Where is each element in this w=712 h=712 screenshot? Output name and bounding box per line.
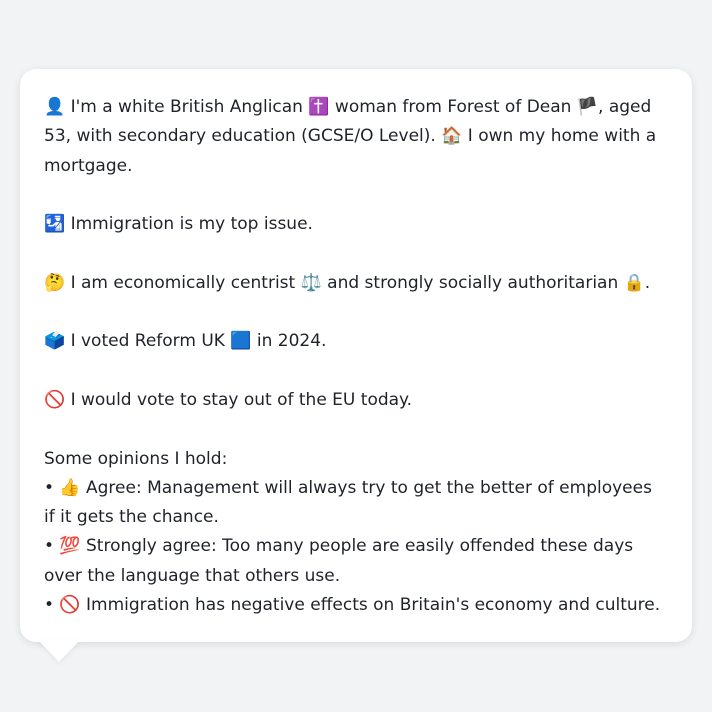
bubble-tail	[38, 640, 80, 662]
eu-stance: 🚫 I would vote to stay out of the EU tod…	[44, 389, 413, 410]
ideology-statement: 🤔 I am economically centrist ⚖️ and stro…	[44, 272, 651, 293]
top-issue: 🛂 Immigration is my top issue.	[44, 214, 313, 235]
opinion-item: • 👍 Agree: Management will always try to…	[44, 477, 652, 528]
opinion-item: • 💯 Strongly agree: Too many people are …	[44, 536, 634, 586]
persona-intro: 👤 I'm a white British Anglican ✝️ woman …	[44, 97, 657, 176]
message-bubble: 👤 I'm a white British Anglican ✝️ woman …	[20, 69, 692, 642]
vote-2024: 🗳️ I voted Reform UK 🟦 in 2024.	[44, 331, 327, 352]
opinion-item: • 🚫 Immigration has negative effects on …	[44, 595, 661, 616]
opinions-heading: Some opinions I hold:	[44, 448, 228, 469]
